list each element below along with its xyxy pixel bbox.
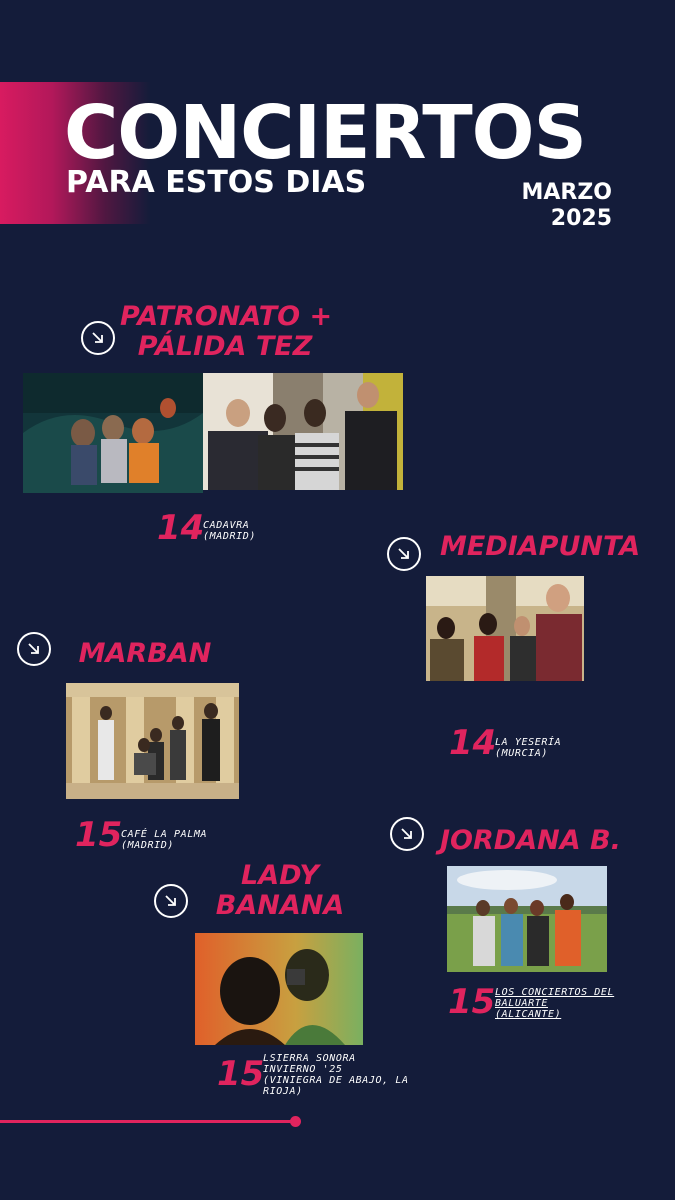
venue-line: (ALICANTE) <box>495 1009 562 1020</box>
bottom-divider-dot <box>290 1116 301 1127</box>
venue-line: RIOJA) <box>263 1086 303 1097</box>
concert-venue[interactable]: LOS CONCIERTOS DEL BALUARTE (ALICANTE) <box>495 987 614 1020</box>
venue-line: (MADRID) <box>203 531 256 542</box>
month-label: MARZO <box>521 180 612 205</box>
venue-line: CADAVRA <box>203 520 250 531</box>
band-photo-lady-banana <box>195 933 363 1045</box>
band-name-jordana-b: JORDANA B. <box>440 825 621 856</box>
concert-venue: CADAVRA (MADRID) <box>203 520 256 542</box>
venue-line: CAFÉ LA PALMA <box>121 829 208 840</box>
band-name-line: MEDIAPUNTA <box>440 531 641 562</box>
arrow-down-right-icon[interactable] <box>390 817 424 851</box>
band-name-lady-banana: LADY BANANA <box>210 861 350 921</box>
arrow-down-right-icon[interactable] <box>387 537 421 571</box>
concert-venue: LSIERRA SONORA INVIERNO '25 (VINIEGRA DE… <box>263 1053 409 1097</box>
venue-line: (MURCIA) <box>495 748 548 759</box>
year-label: 2025 <box>550 206 612 231</box>
venue-line: LA YESERÍA <box>495 737 562 748</box>
band-photo-jordana-b <box>447 866 607 972</box>
concert-venue: CAFÉ LA PALMA (MADRID) <box>121 829 207 851</box>
band-name-patronato: PATRONATO + PÁLIDA TEZ <box>120 301 333 362</box>
venue-line: LSIERRA SONORA <box>263 1053 356 1064</box>
page-subtitle: PARA ESTOS DIAS <box>66 165 367 200</box>
band-name-mediapunta: MEDIAPUNTA <box>440 532 640 562</box>
band-name-line: LADY <box>241 860 319 891</box>
arrow-down-right-icon[interactable] <box>154 884 188 918</box>
concert-day: 14 <box>157 508 205 548</box>
band-name-line: PATRONATO + <box>120 301 333 332</box>
bottom-divider <box>0 1120 295 1123</box>
concert-day: 15 <box>217 1054 265 1094</box>
band-name-marban: MARBAN <box>70 639 220 669</box>
venue-line: (VINIEGRA DE ABAJO, LA <box>263 1075 409 1086</box>
band-name-line: PÁLIDA TEZ <box>137 331 313 362</box>
venue-line: (MADRID) <box>121 840 174 851</box>
band-name-line: JORDANA B. <box>440 825 621 856</box>
band-photo-patronato <box>23 373 203 493</box>
band-photo-marban <box>66 683 239 799</box>
band-photo-palida-tez <box>203 373 403 490</box>
venue-line: INVIERNO '25 <box>263 1064 343 1075</box>
band-name-line: MARBAN <box>78 638 212 669</box>
concert-day: 14 <box>449 723 497 763</box>
arrow-down-right-icon[interactable] <box>17 632 51 666</box>
venue-line: BALUARTE <box>495 998 548 1009</box>
concert-day: 15 <box>75 815 123 855</box>
concert-day: 15 <box>448 982 496 1022</box>
venue-line: LOS CONCIERTOS DEL <box>495 987 615 998</box>
concert-venue: LA YESERÍA (MURCIA) <box>495 737 561 759</box>
band-name-line: BANANA <box>215 890 345 921</box>
arrow-down-right-icon[interactable] <box>81 321 115 355</box>
date-block: MARZO 2025 <box>521 180 612 232</box>
band-photo-mediapunta <box>426 576 584 681</box>
page-title: CONCIERTOS <box>64 90 587 176</box>
